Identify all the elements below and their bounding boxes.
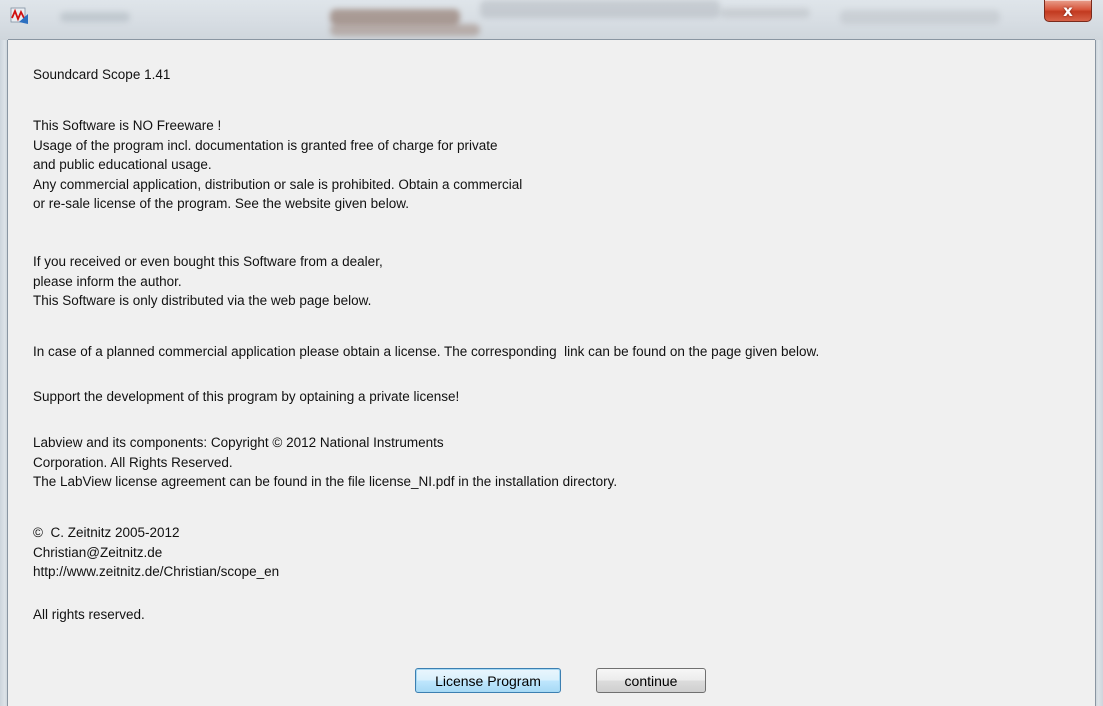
notice-paragraph: This Software is NO Freeware ! Usage of …: [33, 116, 522, 214]
blurred-background-text: [330, 9, 460, 25]
notice-line: This Software is NO Freeware !: [33, 118, 222, 133]
copyright-line: The LabView license agreement can be fou…: [33, 474, 618, 489]
window-frame-left[interactable]: [0, 40, 8, 706]
author-line: © C. Zeitnitz 2005-2012: [33, 525, 180, 540]
continue-button[interactable]: continue: [596, 668, 706, 693]
author-website: http://www.zeitnitz.de/Christian/scope_e…: [33, 564, 280, 579]
rights-paragraph: All rights reserved.: [33, 607, 145, 622]
blurred-background-text: [840, 10, 1000, 24]
dealer-line: If you received or even bought this Soft…: [33, 254, 383, 269]
copyright-line: Corporation. All Rights Reserved.: [33, 454, 233, 470]
blurred-background-text: [480, 0, 720, 18]
blurred-background-text: [60, 12, 130, 22]
notice-line: Usage of the program incl. documentation…: [33, 137, 498, 153]
support-paragraph: Support the development of this program …: [33, 389, 460, 404]
dialog-content: Soundcard Scope 1.41 This Software is NO…: [8, 40, 1095, 706]
about-dialog-window: x Soundcard Scope 1.41 This Software is …: [0, 0, 1103, 706]
blurred-background-text: [720, 8, 810, 18]
notice-line: or re-sale license of the program. See t…: [33, 196, 409, 211]
license-program-button[interactable]: License Program: [415, 668, 561, 693]
author-paragraph: © C. Zeitnitz 2005-2012 Christian@Zeitni…: [33, 523, 279, 582]
scope-app-icon[interactable]: [10, 6, 30, 26]
title-bar[interactable]: x: [0, 0, 1103, 40]
copyright-line: Labview and its components: Copyright © …: [33, 435, 444, 450]
notice-line: Any commercial application, distribution…: [33, 176, 523, 192]
close-icon: x: [1063, 1, 1073, 20]
author-email: Christian@Zeitnitz.de: [33, 544, 163, 560]
dealer-paragraph: If you received or even bought this Soft…: [33, 252, 383, 311]
commercial-paragraph: In case of a planned commercial applicat…: [33, 344, 820, 359]
notice-line: and public educational usage.: [33, 157, 212, 172]
close-button[interactable]: x: [1044, 0, 1092, 22]
copyright-paragraph: Labview and its components: Copyright © …: [33, 433, 617, 492]
window-frame-right[interactable]: [1095, 40, 1103, 706]
dealer-line: please inform the author.: [33, 273, 182, 289]
dealer-line: This Software is only distributed via th…: [33, 293, 372, 308]
dialog-title-text: Soundcard Scope 1.41: [33, 67, 171, 82]
blurred-background-text: [330, 24, 480, 36]
